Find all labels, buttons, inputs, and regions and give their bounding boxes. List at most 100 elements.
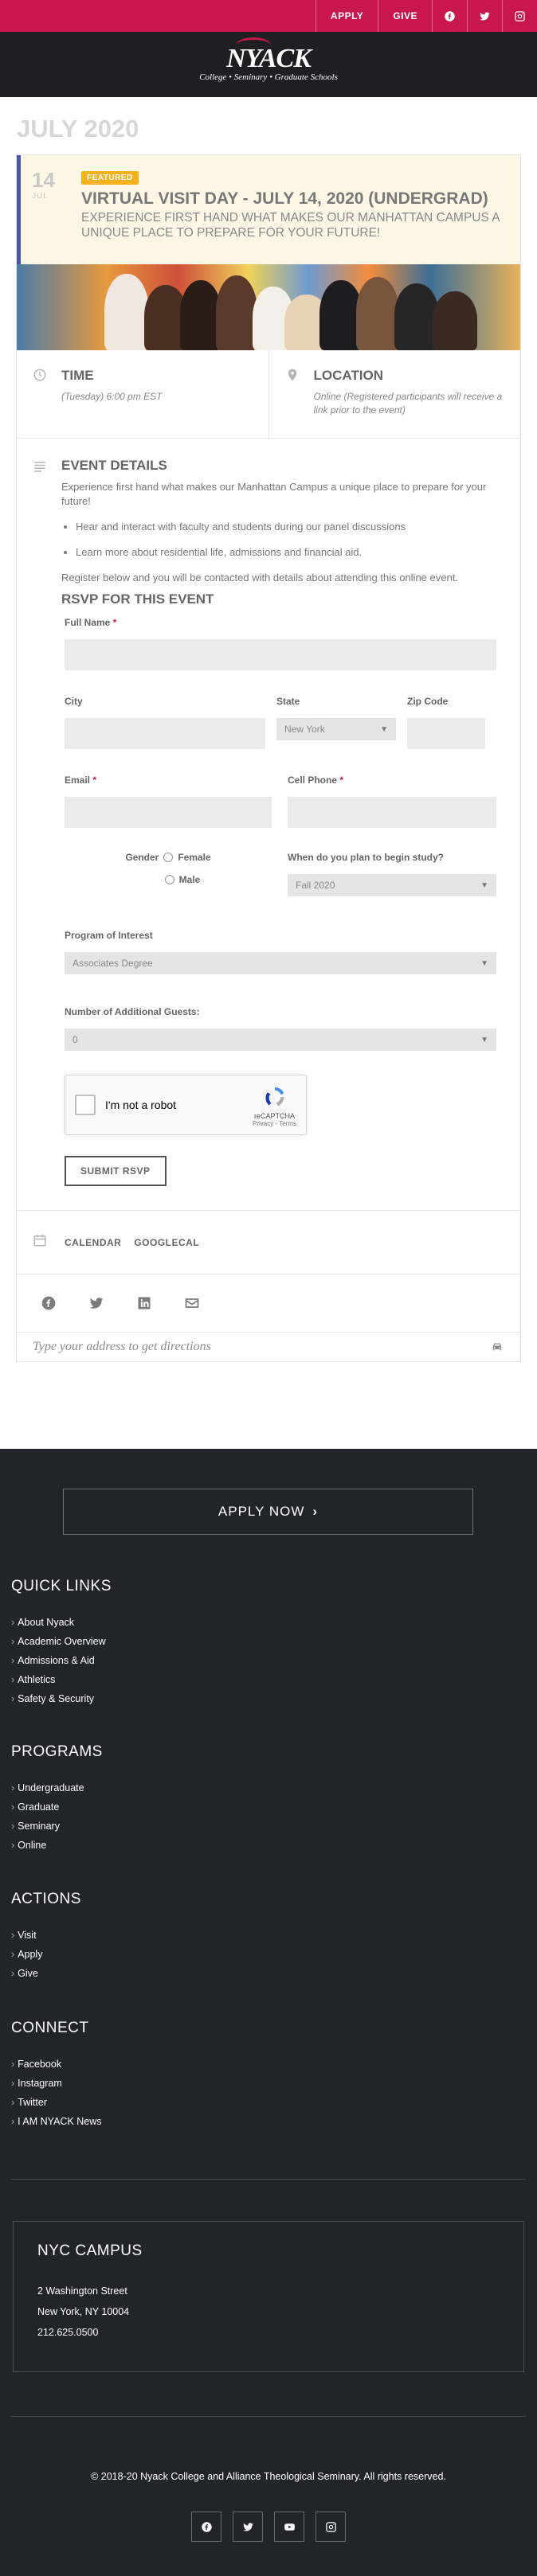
linkedin-icon[interactable]	[136, 1295, 152, 1311]
cell-phone-label: Cell Phone *	[288, 775, 344, 786]
campus-address-line: New York, NY 10004	[37, 2306, 130, 2317]
person-figure	[104, 274, 149, 350]
footer-link[interactable]: Admissions & Aid	[11, 1651, 112, 1670]
person-figure	[216, 275, 257, 350]
connect-title: CONNECT	[11, 2020, 89, 2036]
footer-link[interactable]: Academic Overview	[11, 1632, 112, 1651]
state-select[interactable]: New York ▼	[276, 718, 396, 740]
location-block: LOCATION Online (Registered participants…	[268, 350, 521, 438]
site-header: NYACK College • Seminary • Graduate Scho…	[0, 32, 537, 97]
chevron-right-icon: ›	[312, 1504, 319, 1519]
cell-phone-field[interactable]	[288, 797, 496, 828]
full-name-field[interactable]	[65, 639, 496, 670]
email-icon[interactable]	[184, 1295, 200, 1311]
campus-box: NYC CAMPUS 2 Washington Street New York,…	[13, 2221, 524, 2372]
directions-input[interactable]: Type your address to get directions	[33, 1340, 211, 1354]
page-title: JULY 2020	[17, 115, 139, 142]
recaptcha-brand: reCAPTCHA	[254, 1112, 296, 1120]
person-figure	[356, 277, 399, 350]
quick-links-section: QUICK LINKS About Nyack Academic Overvie…	[11, 1578, 112, 1708]
footer-link[interactable]: Instagram	[11, 2074, 102, 2093]
city-field[interactable]	[65, 718, 265, 749]
facebook-icon[interactable]	[191, 2512, 221, 2542]
location-title: LOCATION	[313, 368, 384, 383]
footer-divider	[11, 2179, 526, 2180]
footer-social	[0, 2512, 537, 2542]
footer-link[interactable]: Safety & Security	[11, 1689, 112, 1708]
details-title: EVENT DETAILS	[61, 458, 167, 473]
event-day: 14	[32, 168, 55, 192]
calendar-row: CALENDAR GOOGLECAL	[17, 1211, 520, 1274]
male-row: Male	[164, 874, 201, 885]
twitter-icon[interactable]	[233, 2512, 263, 2542]
zip-field[interactable]	[407, 718, 485, 749]
footer-link[interactable]: Twitter	[11, 2093, 102, 2112]
copyright-text: © 2018-20 Nyack College and Alliance The…	[91, 2471, 446, 2482]
footer-link[interactable]: Graduate	[11, 1797, 103, 1817]
female-radio[interactable]	[163, 853, 174, 862]
car-icon[interactable]	[490, 1340, 504, 1354]
program-select[interactable]: Associates Degree ▼	[65, 952, 496, 974]
apply-now-button[interactable]: APPLY NOW ›	[63, 1489, 473, 1535]
footer-link[interactable]: Apply	[11, 1945, 81, 1964]
event-date: 14 JUL	[32, 170, 81, 240]
twitter-icon[interactable]	[467, 0, 502, 32]
location-pin-icon	[288, 369, 296, 381]
instagram-icon[interactable]	[502, 0, 537, 32]
event-title: VIRTUAL VISIT DAY - JULY 14, 2020 (UNDER…	[81, 189, 488, 208]
recaptcha-links[interactable]: Privacy - Terms	[253, 1120, 296, 1127]
event-details: EVENT DETAILS Experience first hand what…	[17, 439, 520, 1211]
footer-link[interactable]: Athletics	[11, 1670, 112, 1689]
event-info-row: TIME (Tuesday) 6:00 pm EST LOCATION Onli…	[17, 350, 520, 439]
facebook-icon[interactable]	[432, 0, 467, 32]
footer-link[interactable]: Give	[11, 1964, 81, 1983]
connect-section: CONNECT Facebook Instagram Twitter I AM …	[11, 2020, 102, 2131]
campus-phone[interactable]: 212.625.0500	[37, 2322, 500, 2343]
apply-link[interactable]: APPLY	[315, 0, 378, 32]
submit-rsvp-button[interactable]: SUBMIT RSVP	[65, 1156, 167, 1186]
male-label: Male	[178, 874, 201, 885]
email-label: Email *	[65, 775, 97, 786]
guests-select[interactable]: 0 ▼	[65, 1028, 496, 1051]
clock-icon	[33, 369, 46, 381]
footer-link[interactable]: Undergraduate	[11, 1778, 103, 1797]
recaptcha-checkbox[interactable]	[75, 1095, 96, 1115]
quick-links-title: QUICK LINKS	[11, 1578, 112, 1594]
list-item: Learn more about residential life, admis…	[76, 545, 504, 560]
email-field[interactable]	[65, 797, 272, 828]
study-start-label: When do you plan to begin study?	[288, 852, 444, 863]
youtube-icon[interactable]	[274, 2512, 304, 2542]
gender-row: Gender Female	[125, 852, 210, 863]
time-block: TIME (Tuesday) 6:00 pm EST	[17, 350, 268, 438]
details-list: Hear and interact with faculty and stude…	[76, 520, 504, 560]
top-bar: APPLY GIVE	[0, 0, 537, 32]
list-item: Hear and interact with faculty and stude…	[76, 520, 504, 534]
give-link[interactable]: GIVE	[378, 0, 432, 32]
register-text: Register below and you will be contacted…	[61, 572, 458, 584]
footer-link[interactable]: Facebook	[11, 2055, 102, 2074]
recaptcha-widget: I'm not a robot reCAPTCHA Privacy - Term…	[65, 1075, 307, 1135]
nyack-logo[interactable]: NYACK College • Seminary • Graduate Scho…	[199, 37, 338, 82]
time-text: (Tuesday) 6:00 pm EST	[61, 391, 163, 402]
site-footer: APPLY NOW› QUICK LINKS About Nyack Acade…	[0, 1449, 537, 2576]
facebook-icon[interactable]	[41, 1295, 57, 1311]
actions-section: ACTIONS Visit Apply Give	[11, 1891, 81, 1983]
study-start-select[interactable]: Fall 2020 ▼	[288, 874, 496, 896]
twitter-icon[interactable]	[88, 1295, 104, 1311]
calendar-icon	[33, 1235, 46, 1247]
instagram-icon[interactable]	[316, 2512, 346, 2542]
person-figure	[433, 291, 477, 350]
footer-link[interactable]: I AM NYACK News	[11, 2112, 101, 2131]
male-radio[interactable]	[164, 875, 174, 884]
event-header: 14 JUL FEATURED VIRTUAL VISIT DAY - JULY…	[17, 155, 520, 264]
footer-link[interactable]: Visit	[11, 1926, 81, 1945]
footer-link[interactable]: About Nyack	[11, 1613, 112, 1632]
state-label: State	[276, 696, 300, 707]
program-label: Program of Interest	[65, 930, 153, 941]
list-icon	[34, 462, 45, 472]
calendar-link[interactable]: CALENDAR	[65, 1237, 121, 1248]
footer-link[interactable]: Online	[11, 1836, 103, 1855]
details-intro: Experience first hand what makes our Man…	[61, 481, 487, 507]
footer-link[interactable]: Seminary	[11, 1817, 103, 1836]
google-calendar-link[interactable]: GOOGLECAL	[134, 1237, 199, 1248]
